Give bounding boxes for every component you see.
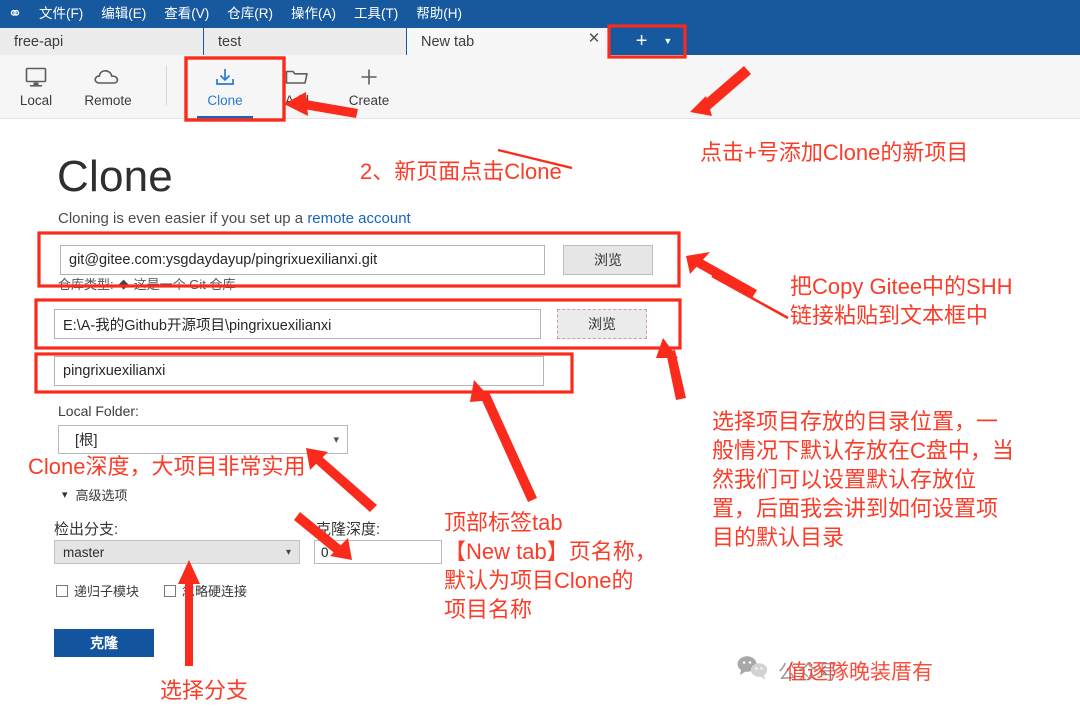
annotation-clone-depth: Clone深度，大项目非常实用 <box>28 454 306 479</box>
annotation-ssh-paste: 把Copy Gitee中的SHH 链接粘贴到文本框中 <box>790 274 1013 328</box>
annotation-select-branch: 选择分支 <box>160 678 249 703</box>
annotation-directory: 选择项目存放的目录位置，一 般情况下默认存放在C盘中，当 然我们可以设置默认存放… <box>712 409 1014 550</box>
annotation-clone-tab: 2、新页面点击Clone <box>360 159 562 184</box>
annotation-text-layer: 2、新页面点击Clone 点击+号添加Clone的新项目 把Copy Gitee… <box>0 0 1080 714</box>
annotation-tab-name: 顶部标签tab 【New tab】页名称， 默认为项目Clone的 项目名称 <box>444 510 657 622</box>
annotation-plus-button: 点击+号添加Clone的新项目 <box>700 140 969 165</box>
